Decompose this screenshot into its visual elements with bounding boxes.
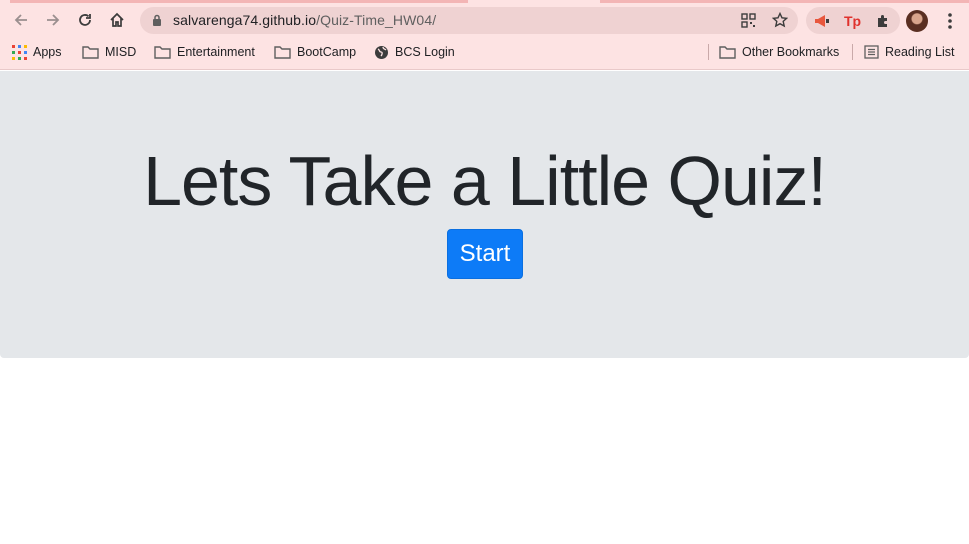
browser-chrome: salvarenga74.github.io/Quiz-Time_HW04/ T… — [0, 0, 969, 70]
more-vert-icon — [948, 13, 952, 29]
megaphone-icon — [815, 15, 829, 27]
quiz-jumbotron: Lets Take a Little Quiz! Start — [0, 71, 969, 358]
url-path: /Quiz-Time_HW04/ — [316, 12, 437, 28]
reading-list-icon — [864, 45, 879, 59]
reading-list[interactable]: Reading List — [864, 42, 955, 62]
bookmark-folder-entertainment[interactable]: Entertainment — [154, 42, 255, 62]
puzzle-piece-icon — [878, 15, 887, 27]
folder-icon — [154, 46, 171, 59]
bookmark-apps[interactable]: Apps — [12, 42, 62, 62]
tp-extension-button[interactable]: Tp — [842, 11, 862, 31]
reading-list-label: Reading List — [885, 45, 955, 59]
bookmark-folder-misd[interactable]: MISD — [82, 42, 136, 62]
tp-logo-icon: Tp — [844, 13, 861, 29]
bookmarks-divider — [852, 44, 853, 60]
bookmark-bcs-login[interactable]: BCS Login — [374, 42, 455, 62]
megaphone-extension-button[interactable] — [812, 11, 832, 31]
qr-code-icon[interactable] — [741, 13, 756, 28]
bookmarks-divider — [708, 44, 709, 60]
tab-strip-hint — [600, 0, 969, 3]
bookmark-label: MISD — [105, 45, 137, 59]
other-bookmarks[interactable]: Other Bookmarks — [719, 42, 839, 62]
home-icon — [110, 12, 124, 27]
bookmarks-bar: Apps MISD Entertainment BootCamp BCS Log… — [0, 40, 969, 64]
svg-text:Tp: Tp — [844, 13, 861, 29]
page-title: Lets Take a Little Quiz! — [143, 142, 827, 220]
bookmark-label: Apps — [33, 45, 62, 59]
browser-toolbar: salvarenga74.github.io/Quiz-Time_HW04/ T… — [0, 4, 969, 36]
apps-grid-icon — [12, 44, 27, 60]
extensions-button[interactable] — [873, 11, 893, 31]
reload-button[interactable] — [71, 4, 99, 36]
start-button[interactable]: Start — [447, 229, 523, 279]
back-arrow-icon — [14, 14, 27, 26]
url-text: salvarenga74.github.io/Quiz-Time_HW04/ — [173, 12, 436, 28]
bookmark-label: BCS Login — [395, 45, 455, 59]
lock-icon — [153, 14, 161, 26]
home-button[interactable] — [103, 4, 131, 36]
profile-avatar[interactable] — [906, 10, 928, 32]
forward-button[interactable] — [39, 4, 67, 36]
other-bookmarks-label: Other Bookmarks — [742, 45, 840, 59]
bookmark-label: Entertainment — [177, 45, 255, 59]
forward-arrow-icon — [47, 14, 60, 26]
globe-icon — [375, 45, 388, 59]
reload-icon — [79, 14, 91, 26]
address-bar[interactable]: salvarenga74.github.io/Quiz-Time_HW04/ — [140, 7, 798, 34]
extensions-area: Tp — [806, 7, 900, 34]
tab-strip-hint — [10, 0, 468, 3]
url-host: salvarenga74.github.io — [173, 12, 317, 28]
bookmark-label: BootCamp — [297, 45, 357, 59]
folder-icon — [274, 46, 291, 59]
bookmark-folder-bootcamp[interactable]: BootCamp — [274, 42, 356, 62]
back-button[interactable] — [7, 4, 35, 36]
folder-icon — [719, 46, 736, 59]
folder-icon — [82, 46, 99, 59]
bookmark-star-icon[interactable] — [772, 12, 788, 28]
browser-menu-button[interactable] — [940, 10, 960, 32]
